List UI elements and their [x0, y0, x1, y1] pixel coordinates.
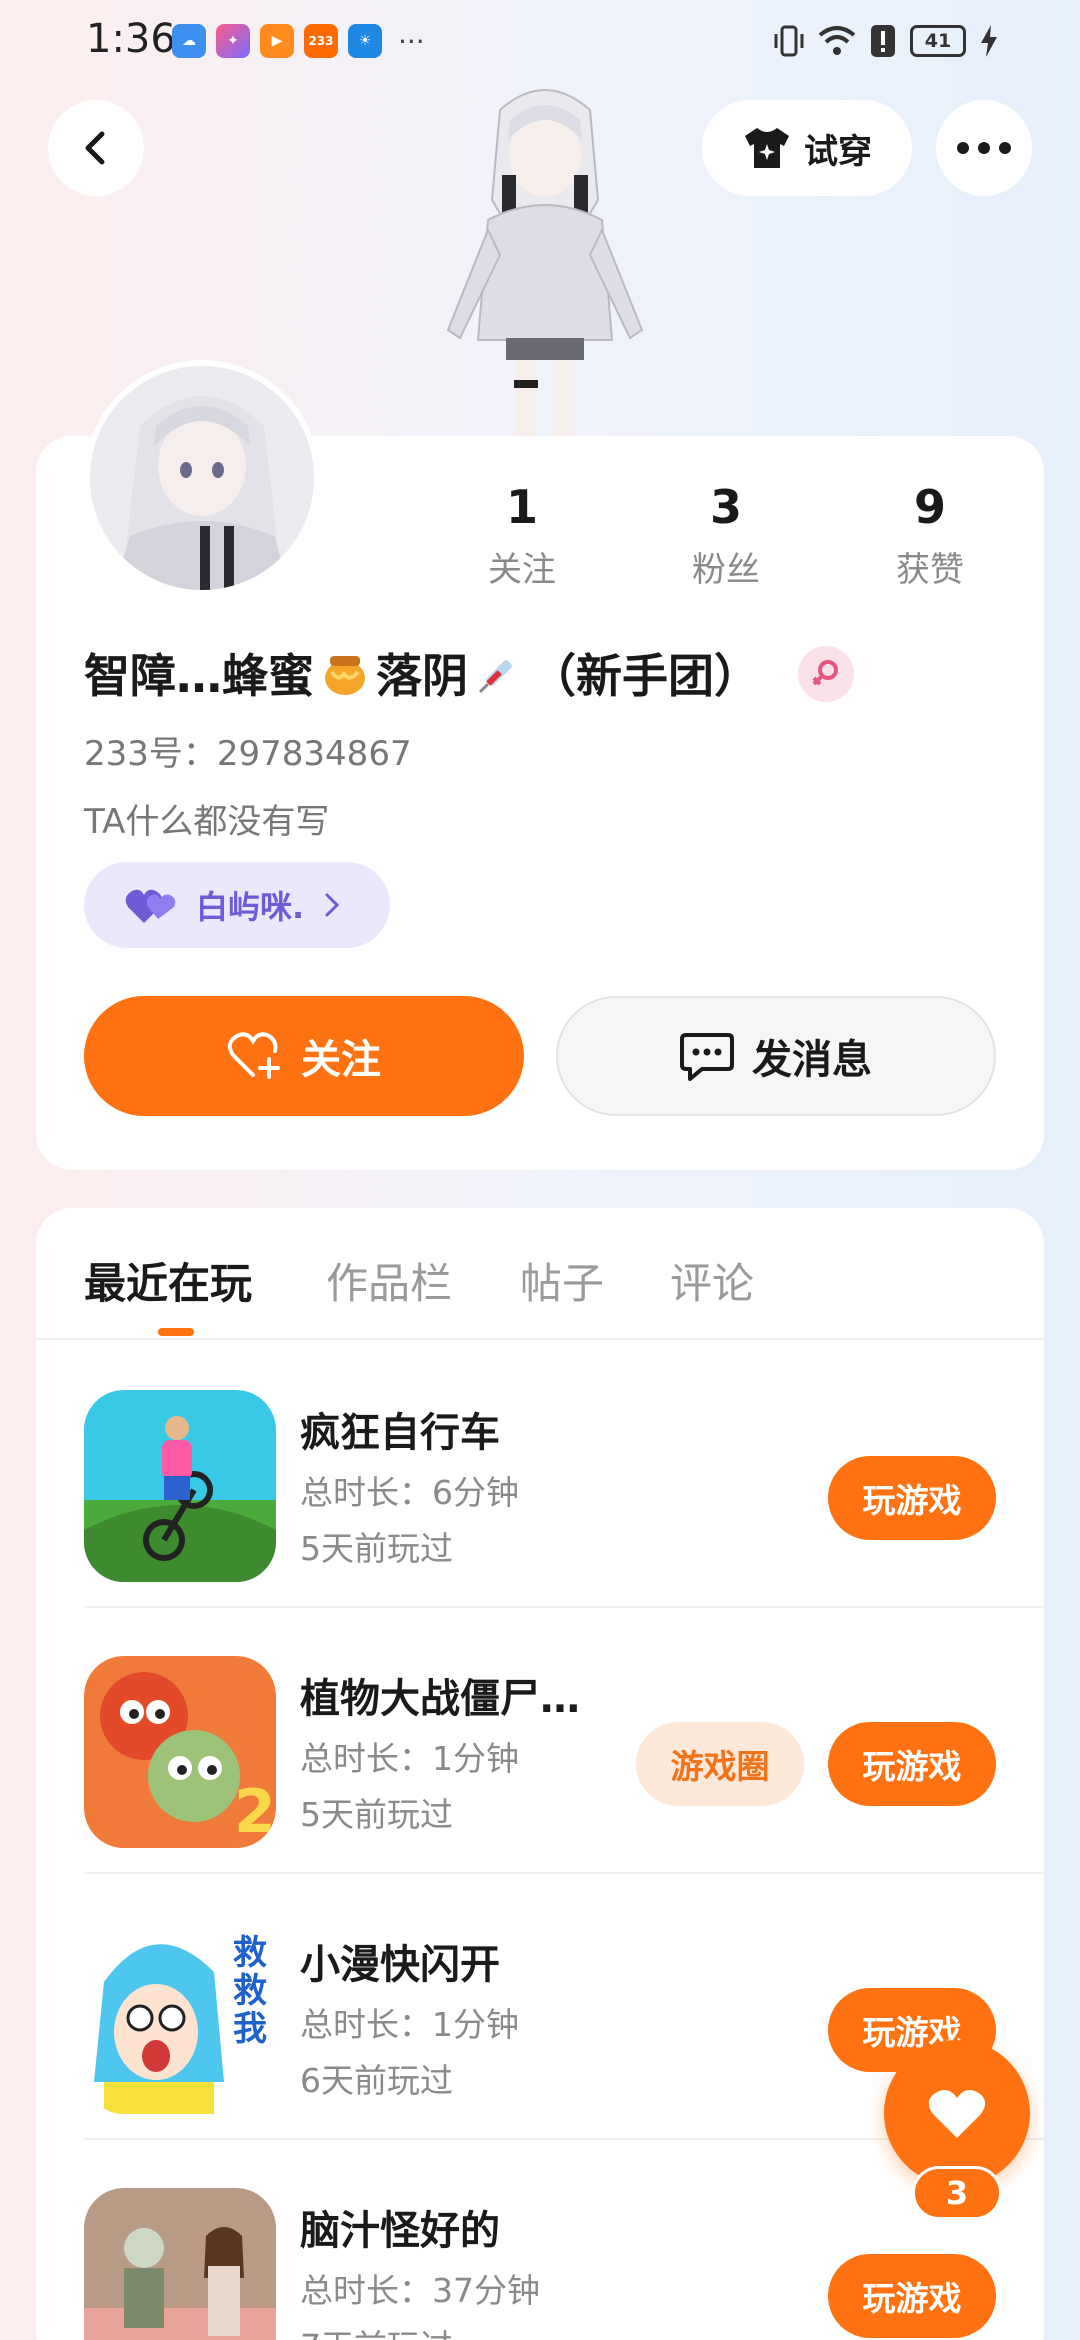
game-title: 疯狂自行车	[300, 1410, 500, 1456]
game-circle-button[interactable]: 游戏圈	[636, 1722, 804, 1806]
heart-icon	[928, 2090, 986, 2138]
icon-caption: 救救我	[233, 1933, 267, 2049]
guild-chip[interactable]: 白屿咪.	[84, 862, 390, 948]
status-bar: 1:36 ☁ ✦ ▶ 233 ☀ ··· 41	[0, 0, 1080, 80]
content-card: 最近在玩 作品栏 帖子 评论 疯狂自行车 总时长：6分钟 5天前玩过 玩游戏 2…	[36, 1208, 1044, 2340]
avatar[interactable]	[84, 360, 320, 596]
username-part: 智障…蜂蜜	[84, 649, 314, 703]
like-fab-button[interactable]	[884, 2040, 1030, 2186]
stat-value: 9	[913, 480, 946, 534]
brain-game-image	[84, 2188, 276, 2340]
game-duration: 总时长：1分钟	[300, 1739, 519, 1778]
cloud-app-icon: ☁	[172, 24, 206, 58]
gender-badge	[798, 646, 854, 702]
stat-fans[interactable]: 3 粉丝	[646, 480, 806, 591]
more-notifications-icon: ···	[398, 24, 425, 58]
stat-value: 1	[505, 480, 538, 534]
game-title: 植物大战僵尸…	[300, 1676, 580, 1722]
guild-name: 白屿咪.	[196, 888, 305, 926]
app-233-icon: 233	[304, 24, 338, 58]
game-last-played: 5天前玩过	[300, 1795, 453, 1834]
app-icon: ✦	[216, 24, 250, 58]
game-icon	[84, 1390, 276, 1582]
stat-label: 关注	[488, 550, 556, 590]
tab-works[interactable]: 作品栏	[326, 1250, 452, 1311]
follow-label: 关注	[301, 1037, 381, 1083]
tab-recent-playing[interactable]: 最近在玩	[84, 1250, 252, 1311]
tab-indicator	[158, 1328, 194, 1336]
stat-likes[interactable]: 9 获赞	[850, 480, 1010, 591]
game-last-played: 7天前玩过	[300, 2320, 453, 2340]
chevron-left-icon	[85, 131, 105, 165]
vibrate-icon	[774, 25, 804, 57]
game-row[interactable]: 2 植物大战僵尸… 总时长：1分钟 5天前玩过 游戏圈 玩游戏	[36, 1608, 1044, 1874]
crazy-bike-game-image	[84, 1390, 276, 1582]
notification-icons: ☁ ✦ ▶ 233 ☀ ···	[172, 24, 425, 58]
svg-text:2: 2	[234, 1777, 276, 1847]
username: 智障…蜂蜜 落阴 （新手团）	[84, 640, 760, 706]
play-game-button[interactable]: 玩游戏	[828, 2254, 996, 2338]
alert-icon	[871, 25, 895, 57]
follow-button[interactable]: 关注	[84, 996, 524, 1116]
tshirt-icon	[745, 128, 789, 168]
more-button[interactable]	[936, 100, 1032, 196]
game-title: 小漫快闪开	[300, 1942, 500, 1988]
game-icon: 2	[84, 1656, 276, 1848]
stat-value: 3	[709, 480, 742, 534]
play-game-button[interactable]: 玩游戏	[828, 1456, 996, 1540]
heart-add-icon	[227, 1032, 280, 1079]
system-icons: 41	[774, 24, 998, 58]
game-row[interactable]: 脑汁怪好的 总时长：37分钟 7天前玩过 玩游戏	[36, 2140, 1044, 2340]
game-icon: 救救我	[84, 1922, 276, 2114]
weather-app-icon: ☀	[348, 24, 382, 58]
username-part: 落阴	[376, 649, 468, 703]
game-row[interactable]: 疯狂自行车 总时长：6分钟 5天前玩过 玩游戏	[36, 1342, 1044, 1608]
user-id: 233号：297834867	[84, 734, 412, 774]
battery-icon: 41	[910, 25, 966, 57]
play-game-button[interactable]: 玩游戏	[828, 1722, 996, 1806]
pvz-game-image: 2	[84, 1656, 276, 1848]
honey-pot-icon	[325, 656, 365, 695]
game-duration: 总时长：37分钟	[300, 2271, 540, 2310]
try-on-button[interactable]: 试穿	[702, 100, 912, 196]
avatar-image	[90, 366, 314, 590]
tab-comments[interactable]: 评论	[670, 1250, 754, 1311]
status-time: 1:36	[86, 16, 176, 62]
double-heart-icon	[125, 889, 176, 923]
message-label: 发消息	[752, 1037, 872, 1083]
back-button[interactable]	[48, 100, 144, 196]
avatar-3d-figure	[446, 89, 644, 440]
game-icon	[84, 2188, 276, 2340]
game-last-played: 6天前玩过	[300, 2061, 453, 2100]
more-dots-icon	[957, 142, 1011, 154]
game-duration: 总时长：6分钟	[300, 1473, 519, 1512]
stat-label: 粉丝	[692, 550, 760, 590]
game-title: 脑汁怪好的	[300, 2208, 500, 2254]
message-button[interactable]: 发消息	[556, 996, 996, 1116]
syringe-icon	[478, 660, 512, 694]
bio: TA什么都没有写	[84, 802, 330, 842]
stat-label: 获赞	[896, 550, 964, 590]
video-app-icon: ▶	[260, 24, 294, 58]
female-icon	[812, 660, 838, 686]
tab-posts[interactable]: 帖子	[520, 1250, 604, 1311]
tab-bar: 最近在玩 作品栏 帖子 评论	[36, 1208, 1044, 1340]
charging-icon	[981, 25, 997, 57]
chevron-right-icon	[325, 893, 340, 917]
wifi-icon	[818, 26, 856, 55]
game-last-played: 5天前玩过	[300, 1529, 453, 1568]
try-on-label: 试穿	[804, 131, 872, 172]
game-duration: 总时长：1分钟	[300, 2005, 519, 2044]
chat-icon	[680, 1033, 734, 1081]
username-part: （新手团）	[530, 649, 760, 703]
stat-following[interactable]: 1 关注	[442, 480, 602, 591]
like-count: 3	[912, 2166, 1002, 2220]
